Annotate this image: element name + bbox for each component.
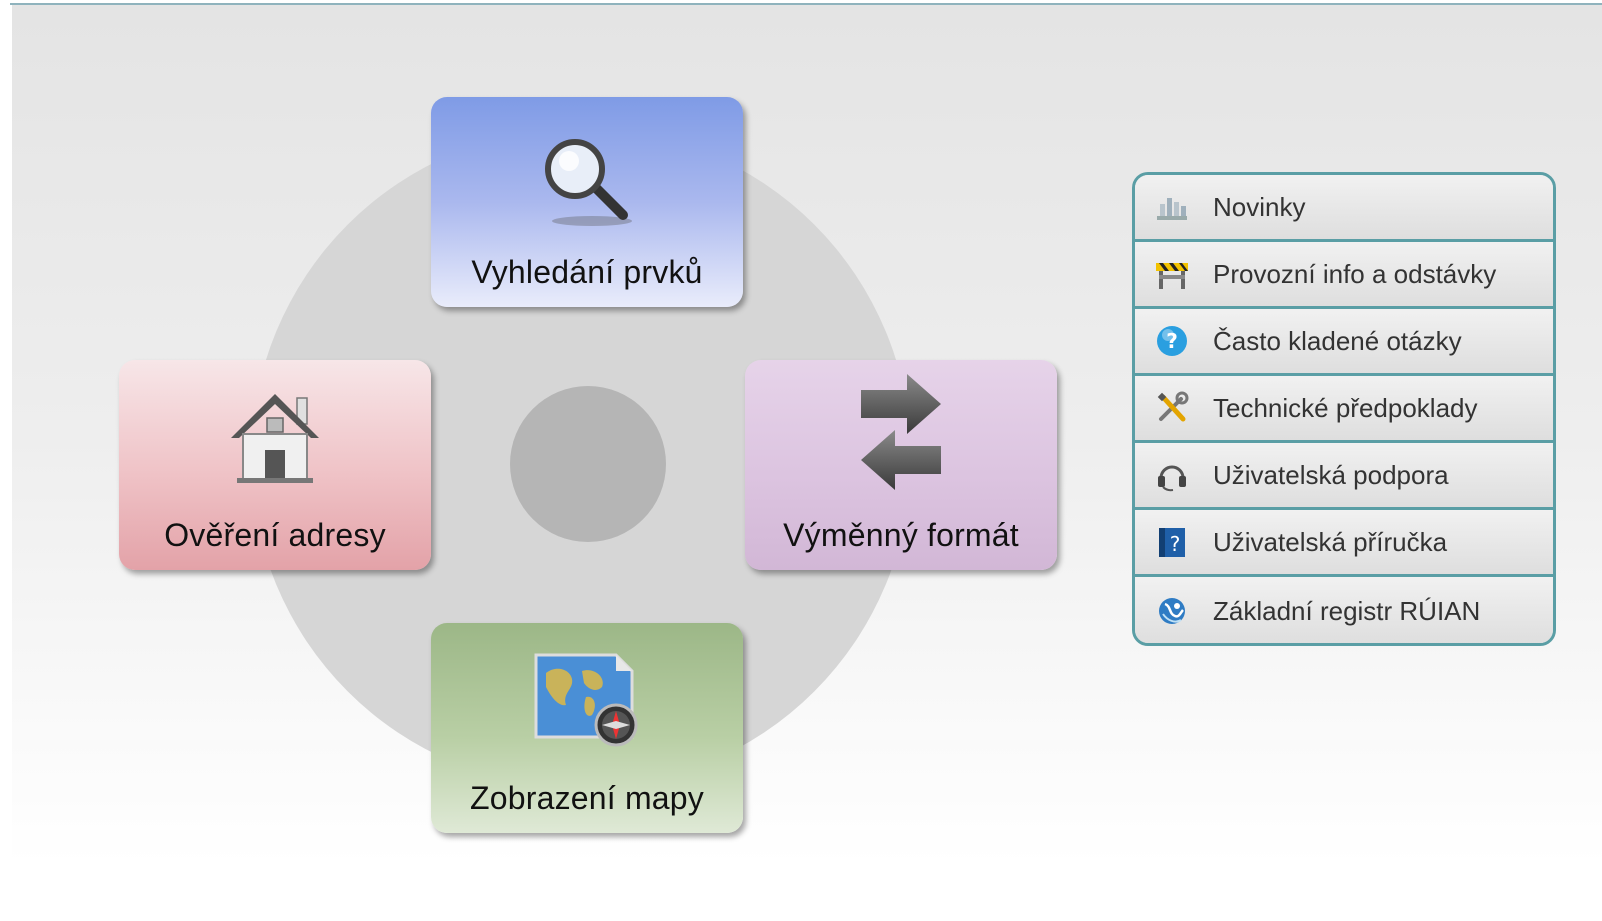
map-tile[interactable]: Zobrazení mapy [431,623,743,833]
house-icon [225,390,325,491]
menu-item-ruian-registry[interactable]: Základní registr RÚIAN [1135,577,1553,643]
registry-logo-icon [1155,594,1189,628]
menu-item-faq[interactable]: ? Často kladené otázky [1135,309,1553,376]
exchange-format-tile[interactable]: Výměnný formát [745,360,1057,570]
road-barrier-icon [1155,257,1189,291]
menu-item-technical-requirements[interactable]: Technické předpoklady [1135,376,1553,443]
search-tile[interactable]: Vyhledání prvků [431,97,743,307]
address-tile-label: Ověření adresy [164,517,386,553]
svg-text:?: ? [1170,532,1181,556]
help-book-icon: ? [1155,525,1189,559]
menu-item-label: Uživatelská příručka [1213,526,1448,557]
menu-item-user-support[interactable]: Uživatelská podpora [1135,443,1553,510]
headset-icon [1155,458,1189,492]
world-map-compass-icon [532,649,642,754]
info-menu: Novinky Provozní info a odstávky ? Často… [1132,172,1556,646]
tools-icon [1155,391,1189,425]
menu-item-label: Základní registr RÚIAN [1213,595,1481,626]
exchange-format-tile-label: Výměnný formát [783,517,1019,553]
svg-text:?: ? [1166,329,1178,353]
address-tile[interactable]: Ověření adresy [119,360,431,570]
center-hub [510,386,666,542]
search-tile-label: Vyhledání prvků [471,254,703,290]
magnifier-icon [537,135,637,236]
menu-item-news[interactable]: Novinky [1135,175,1553,242]
news-icon [1155,190,1189,224]
menu-item-label: Často kladené otázky [1213,325,1462,356]
question-icon: ? [1155,324,1189,358]
menu-item-operational-info[interactable]: Provozní info a odstávky [1135,242,1553,309]
menu-item-label: Technické předpoklady [1213,392,1478,423]
menu-item-label: Uživatelská podpora [1213,459,1449,490]
menu-item-label: Novinky [1213,191,1306,222]
menu-item-label: Provozní info a odstávky [1213,258,1497,289]
map-tile-label: Zobrazení mapy [469,780,705,816]
menu-item-user-manual[interactable]: ? Uživatelská příručka [1135,510,1553,577]
exchange-arrows-icon [851,368,951,503]
